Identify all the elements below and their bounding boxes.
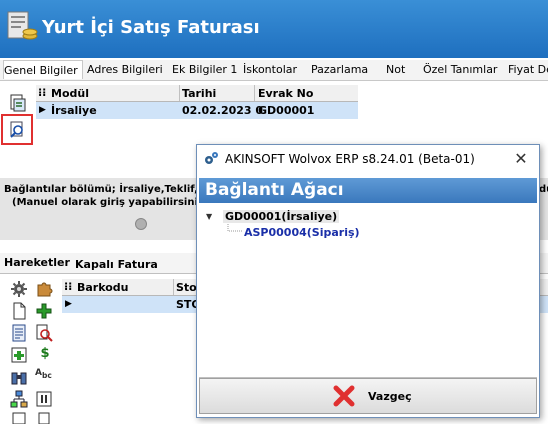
connections-note-line1: Bağlantılar bölümü; İrsaliye,Teklif,: [4, 184, 198, 195]
dialog-header-title: Bağlantı Ağacı: [205, 180, 344, 200]
pause-icon[interactable]: [35, 390, 53, 408]
tree-node-root[interactable]: GD00001(İrsaliye): [223, 210, 340, 223]
search-document-icon[interactable]: [35, 324, 53, 342]
connection-tree: ▼ GD00001(İrsaliye) ASP00004(Sipariş): [199, 205, 537, 378]
invoice-coins-icon: [7, 11, 38, 40]
window-titlebar: Yurt İçi Satış Faturası: [0, 0, 548, 58]
tree-node-child[interactable]: ASP00004(Sipariş): [244, 226, 360, 239]
row-pointer-icon: ▶: [39, 105, 46, 115]
tree-connector: [227, 224, 243, 232]
tab-ozel-tanimlar[interactable]: Özel Tanımlar: [423, 63, 497, 76]
column-divider: [179, 85, 180, 101]
wolvox-gears-icon: [205, 152, 218, 164]
column-divider: [173, 279, 174, 295]
cancel-button[interactable]: Vazgeç: [199, 378, 537, 414]
table-row[interactable]: ▶ İrsaliye 02.02.2023 0 GD00001: [36, 102, 358, 119]
window-title: Yurt İçi Satış Faturası: [42, 17, 260, 38]
spellcheck-icon[interactable]: Abc: [35, 368, 53, 386]
grid-indicator-icon: ⁝⁝: [64, 280, 73, 293]
list-document-icon[interactable]: [10, 324, 28, 342]
tab-pazarlama[interactable]: Pazarlama: [311, 63, 368, 76]
tab-strip: Genel Bilgiler Adres Bilgileri Ek Bilgil…: [0, 60, 548, 81]
tab-genel-bilgiler[interactable]: Genel Bilgiler: [3, 60, 83, 79]
row-pointer-icon: ▶: [65, 299, 72, 309]
column-evrak-no[interactable]: Evrak No: [258, 87, 313, 100]
column-divider: [254, 85, 255, 101]
column-barkodu[interactable]: Barkodu: [77, 281, 129, 294]
connections-note-cut: dü: [539, 184, 548, 195]
tab-kapali-fatura[interactable]: Kapalı Fatura: [75, 258, 158, 271]
dialog-header: Bağlantı Ağacı: [199, 178, 537, 203]
dialog-titlebar[interactable]: AKINSOFT Wolvox ERP s8.24.01 (Beta-01) ✕: [197, 145, 539, 173]
add-row-icon[interactable]: [10, 346, 28, 364]
binoculars-icon[interactable]: [10, 368, 28, 386]
link-document-icon[interactable]: [8, 93, 28, 113]
red-x-icon: [333, 385, 355, 407]
scroll-dot-icon: [135, 218, 147, 230]
cell-evrak-no: GD00001: [258, 104, 315, 117]
tab-not[interactable]: Not: [386, 63, 405, 76]
tab-adres-bilgileri[interactable]: Adres Bilgileri: [87, 63, 163, 76]
upper-grid-header: ⁝⁝ Modül Tarihi Evrak No: [36, 85, 358, 102]
tab-hareketler[interactable]: Hareketler: [4, 256, 70, 269]
cell-modul: İrsaliye: [51, 104, 97, 117]
tree-structure-icon[interactable]: [10, 390, 28, 408]
tab-iskontolar[interactable]: İskontolar: [243, 63, 297, 76]
connections-note-line2: (Manuel olarak giriş yapabilirsini: [12, 197, 198, 208]
new-document-icon[interactable]: [10, 302, 28, 320]
tab-fiyat[interactable]: Fiyat De: [508, 63, 548, 76]
grid-indicator-icon: ⁝⁝: [38, 86, 47, 99]
document-icon[interactable]: [35, 412, 53, 424]
close-icon[interactable]: ✕: [512, 150, 530, 168]
add-plus-icon[interactable]: [35, 302, 53, 320]
dialog-title: AKINSOFT Wolvox ERP s8.24.01 (Beta-01): [225, 152, 475, 166]
puzzle-icon[interactable]: [35, 280, 53, 298]
magnifier-document-icon: [10, 121, 23, 138]
dollar-icon[interactable]: $: [38, 346, 52, 364]
connection-tree-dialog: AKINSOFT Wolvox ERP s8.24.01 (Beta-01) ✕…: [196, 144, 540, 418]
cell-tarihi: 02.02.2023 0: [182, 104, 264, 117]
column-modul[interactable]: Modül: [51, 87, 89, 100]
gear-icon[interactable]: [10, 280, 28, 298]
copy-icon[interactable]: [10, 412, 28, 424]
column-tarihi[interactable]: Tarihi: [182, 87, 216, 100]
column-stok[interactable]: Sto: [176, 281, 197, 294]
chevron-down-icon[interactable]: ▼: [206, 212, 212, 221]
cancel-label: Vazgeç: [368, 390, 412, 403]
tab-ek-bilgiler-1[interactable]: Ek Bilgiler 1: [172, 63, 237, 76]
link-tree-button[interactable]: [1, 114, 33, 145]
